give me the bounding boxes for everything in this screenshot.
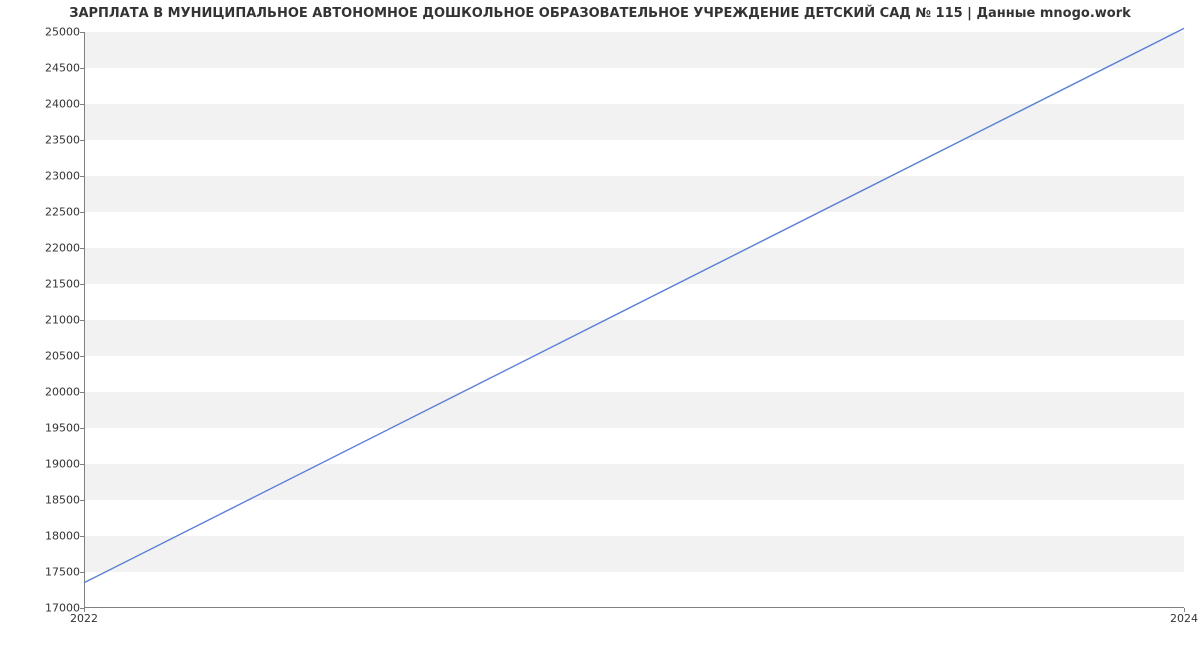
line-series bbox=[84, 32, 1184, 608]
y-tick-mark bbox=[80, 32, 84, 33]
y-tick-label: 20000 bbox=[10, 386, 80, 399]
y-tick-mark bbox=[80, 572, 84, 573]
series-line bbox=[84, 28, 1184, 582]
y-tick-mark bbox=[80, 500, 84, 501]
y-tick-label: 22000 bbox=[10, 242, 80, 255]
y-tick-label: 25000 bbox=[10, 26, 80, 39]
y-tick-mark bbox=[80, 104, 84, 105]
y-tick-label: 20500 bbox=[10, 350, 80, 363]
chart-title: ЗАРПЛАТА В МУНИЦИПАЛЬНОЕ АВТОНОМНОЕ ДОШК… bbox=[0, 6, 1200, 21]
y-tick-label: 24500 bbox=[10, 62, 80, 75]
y-tick-mark bbox=[80, 536, 84, 537]
y-tick-label: 19000 bbox=[10, 458, 80, 471]
y-tick-mark bbox=[80, 68, 84, 69]
y-tick-label: 21500 bbox=[10, 278, 80, 291]
y-tick-mark bbox=[80, 176, 84, 177]
y-tick-label: 22500 bbox=[10, 206, 80, 219]
y-tick-mark bbox=[80, 284, 84, 285]
y-tick-label: 18500 bbox=[10, 494, 80, 507]
y-tick-mark bbox=[80, 392, 84, 393]
y-tick-mark bbox=[80, 248, 84, 249]
y-tick-mark bbox=[80, 320, 84, 321]
y-tick-label: 23500 bbox=[10, 134, 80, 147]
y-tick-label: 18000 bbox=[10, 530, 80, 543]
x-tick-label: 2024 bbox=[1170, 612, 1198, 625]
chart-container: ЗАРПЛАТА В МУНИЦИПАЛЬНОЕ АВТОНОМНОЕ ДОШК… bbox=[0, 0, 1200, 650]
y-tick-mark bbox=[80, 428, 84, 429]
y-tick-label: 21000 bbox=[10, 314, 80, 327]
x-tick-mark bbox=[1184, 608, 1185, 612]
y-tick-label: 24000 bbox=[10, 98, 80, 111]
x-tick-mark bbox=[84, 608, 85, 612]
y-tick-mark bbox=[80, 464, 84, 465]
y-tick-mark bbox=[80, 140, 84, 141]
y-tick-mark bbox=[80, 212, 84, 213]
y-tick-label: 19500 bbox=[10, 422, 80, 435]
y-tick-label: 23000 bbox=[10, 170, 80, 183]
y-tick-label: 17500 bbox=[10, 566, 80, 579]
y-tick-mark bbox=[80, 356, 84, 357]
x-tick-label: 2022 bbox=[70, 612, 98, 625]
